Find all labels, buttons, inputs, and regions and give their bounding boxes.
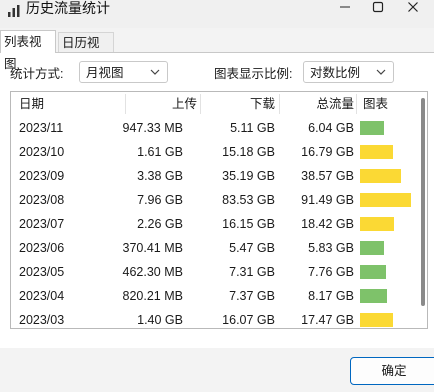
close-icon: [408, 2, 418, 12]
date-cell: 2023/10: [19, 145, 65, 159]
bar-chart-icon: [8, 5, 20, 17]
total-cell: 18.42 GB: [301, 217, 354, 231]
view-tabs: 列表视图 日历视图: [0, 30, 434, 71]
window-title: 历史流量统计: [26, 0, 110, 16]
stat-mode-select[interactable]: 月视图: [79, 61, 168, 83]
date-cell: 2023/06: [19, 241, 65, 255]
stat-mode-label: 统计方式:: [10, 67, 64, 81]
header-divider[interactable]: [279, 94, 280, 114]
table-row[interactable]: 2023/07 2.26 GB 16.15 GB 18.42 GB: [11, 212, 411, 236]
traffic-bar: [360, 265, 386, 279]
list-header: 日期 上传 下载 总流量 图表: [11, 92, 411, 116]
date-cell: 2023/03: [19, 313, 65, 327]
total-cell: 8.17 GB: [308, 289, 354, 303]
traffic-bar: [360, 193, 411, 207]
upload-cell: 1.40 GB: [137, 313, 183, 327]
chart-ratio-label: 图表显示比例:: [214, 67, 293, 81]
chevron-down-icon: [376, 69, 386, 75]
total-cell: 16.79 GB: [301, 145, 354, 159]
total-cell: 91.49 GB: [301, 193, 354, 207]
header-date[interactable]: 日期: [19, 92, 44, 116]
chevron-down-icon: [150, 69, 160, 75]
traffic-list[interactable]: 日期 上传 下载 总流量 图表 2023/11 947.33 MB 5.11 GB 6…: [10, 91, 428, 329]
table-row[interactable]: 2023/09 3.38 GB 35.19 GB 38.57 GB: [11, 164, 411, 188]
date-cell: 2023/09: [19, 169, 65, 183]
traffic-bar: [360, 289, 387, 303]
total-cell: 17.47 GB: [301, 313, 354, 327]
table-row[interactable]: 2023/06 370.41 MB 5.47 GB 5.83 GB: [11, 236, 411, 260]
date-cell: 2023/05: [19, 265, 65, 279]
traffic-bar: [360, 145, 393, 159]
table-row[interactable]: 2023/08 7.96 GB 83.53 GB 91.49 GB: [11, 188, 411, 212]
download-cell: 15.18 GB: [222, 145, 275, 159]
close-button[interactable]: [390, 0, 434, 14]
upload-cell: 1.61 GB: [137, 145, 183, 159]
download-cell: 16.15 GB: [222, 217, 275, 231]
date-cell: 2023/07: [19, 217, 65, 231]
upload-cell: 462.30 MB: [122, 265, 183, 279]
tab-calendar-view[interactable]: 日历视图: [58, 32, 114, 70]
download-cell: 5.47 GB: [229, 241, 275, 255]
header-divider[interactable]: [125, 94, 126, 114]
table-row[interactable]: 2023/11 947.33 MB 5.11 GB 6.04 GB: [11, 116, 411, 140]
date-cell: 2023/04: [19, 289, 65, 303]
download-cell: 5.11 GB: [230, 121, 275, 135]
header-divider[interactable]: [200, 94, 201, 114]
header-total[interactable]: 总流量: [316, 92, 354, 116]
total-cell: 5.83 GB: [308, 241, 354, 255]
header-chart[interactable]: 图表: [363, 92, 388, 116]
dialog-footer: 确定: [0, 348, 434, 392]
date-cell: 2023/11: [19, 121, 64, 135]
table-row[interactable]: 2023/05 462.30 MB 7.31 GB 7.76 GB: [11, 260, 411, 284]
upload-cell: 3.38 GB: [137, 169, 183, 183]
traffic-bar: [360, 313, 393, 327]
traffic-bar: [360, 241, 384, 255]
table-row[interactable]: 2023/10 1.61 GB 15.18 GB 16.79 GB: [11, 140, 411, 164]
traffic-bar: [360, 169, 401, 183]
vertical-scrollbar[interactable]: [421, 98, 425, 306]
table-row[interactable]: 2023/04 820.21 MB 7.37 GB 8.17 GB: [11, 284, 411, 308]
upload-cell: 820.21 MB: [122, 289, 183, 303]
header-upload[interactable]: 上传: [172, 92, 197, 116]
minimize-icon: [340, 6, 350, 8]
maximize-icon: [372, 1, 384, 13]
list-view-panel: 统计方式: 月视图 图表显示比例: 对数比例 日期 上传 下载 总流量 图表 2…: [0, 52, 434, 348]
tab-list-view[interactable]: 列表视图: [0, 30, 56, 71]
table-row[interactable]: 2023/03 1.40 GB 16.07 GB 17.47 GB: [11, 308, 411, 328]
upload-cell: 370.41 MB: [122, 241, 183, 255]
upload-cell: 7.96 GB: [137, 193, 183, 207]
download-cell: 83.53 GB: [222, 193, 275, 207]
chart-ratio-value: 对数比例: [310, 66, 361, 80]
header-divider[interactable]: [356, 94, 357, 114]
upload-cell: 947.33 MB: [122, 121, 183, 135]
download-cell: 35.19 GB: [222, 169, 275, 183]
total-cell: 6.04 GB: [308, 121, 354, 135]
upload-cell: 2.26 GB: [137, 217, 183, 231]
ok-button[interactable]: 确定: [350, 357, 434, 385]
traffic-bar: [360, 121, 384, 135]
traffic-bar: [360, 217, 394, 231]
title-bar: 历史流量统计: [0, 0, 434, 28]
header-download[interactable]: 下载: [250, 92, 275, 116]
date-cell: 2023/08: [19, 193, 65, 207]
total-cell: 38.57 GB: [301, 169, 354, 183]
download-cell: 7.31 GB: [229, 265, 275, 279]
download-cell: 7.37 GB: [229, 289, 275, 303]
download-cell: 16.07 GB: [222, 313, 275, 327]
stat-mode-value: 月视图: [86, 66, 124, 80]
total-cell: 7.76 GB: [308, 265, 354, 279]
chart-ratio-select[interactable]: 对数比例: [303, 61, 394, 83]
